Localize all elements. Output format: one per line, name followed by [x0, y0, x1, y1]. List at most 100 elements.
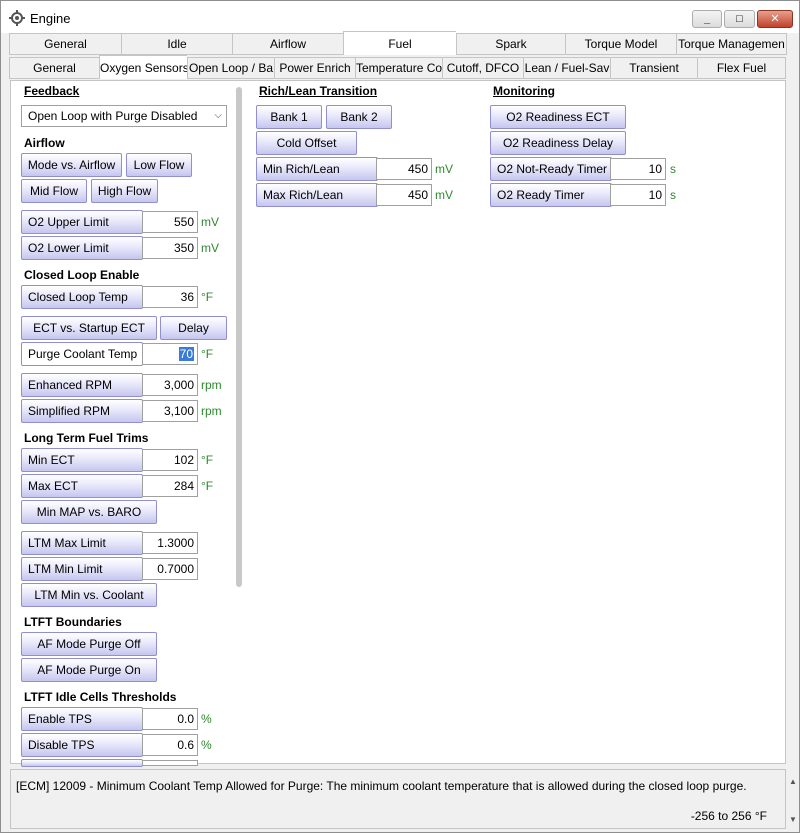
purge-coolant-temp-unit: °F [201, 347, 214, 361]
enable-tps-unit: % [201, 712, 212, 726]
purge-coolant-temp-field[interactable]: 70 [142, 343, 198, 365]
low-flow-button[interactable]: Low Flow [126, 153, 192, 177]
delay-button[interactable]: Delay [160, 316, 227, 340]
o2-not-ready-timer-button[interactable]: O2 Not-Ready Timer [490, 157, 612, 181]
min-rich-lean-button[interactable]: Min Rich/Lean [256, 157, 378, 181]
disable-tps-button[interactable]: Disable TPS [21, 733, 143, 757]
tab-airflow[interactable]: Airflow [232, 33, 343, 55]
description-scrollbar[interactable]: ▲ ▼ [787, 769, 799, 829]
long-term-fuel-trims-heading: Long Term Fuel Trims [24, 431, 149, 445]
o2-readiness-ect-button[interactable]: O2 Readiness ECT [490, 105, 626, 129]
partial-row-button[interactable] [21, 759, 143, 767]
o2-upper-limit-field[interactable]: 550 [142, 211, 198, 233]
ltm-min-vs-coolant-button[interactable]: LTM Min vs. Coolant [21, 583, 157, 607]
gear-icon [9, 10, 25, 26]
min-rich-lean-field[interactable]: 450 [376, 158, 432, 180]
min-ect-button[interactable]: Min ECT [21, 448, 143, 472]
sub-tab-bar: General Oxygen Sensors Open Loop / Ba Po… [9, 55, 786, 79]
ect-vs-startup-ect-button[interactable]: ECT vs. Startup ECT [21, 316, 157, 340]
ltm-max-limit-field[interactable]: 1.3000 [142, 532, 198, 554]
scroll-up-icon[interactable]: ▲ [789, 777, 797, 786]
max-rich-lean-field[interactable]: 450 [376, 184, 432, 206]
minimize-button[interactable]: _ [692, 10, 722, 28]
subtab-flex-fuel[interactable]: Flex Fuel [697, 57, 786, 79]
subtab-temperature[interactable]: Temperature Co [355, 57, 442, 79]
close-button[interactable]: ✕ [757, 10, 793, 28]
main-tab-bar: General Idle Airflow Fuel Spark Torque M… [9, 31, 787, 55]
subtab-cutoff-dfco[interactable]: Cutoff, DFCO [442, 57, 523, 79]
tab-fuel[interactable]: Fuel [343, 31, 456, 55]
tab-spark[interactable]: Spark [456, 33, 565, 55]
subtab-oxygen-sensors[interactable]: Oxygen Sensors [99, 55, 187, 79]
left-column-scrollbar[interactable] [236, 87, 242, 587]
enhanced-rpm-button[interactable]: Enhanced RPM [21, 373, 143, 397]
enhanced-rpm-field[interactable]: 3,000 [142, 374, 198, 396]
bank-1-button[interactable]: Bank 1 [256, 105, 322, 129]
subtab-lean-fuel-save[interactable]: Lean / Fuel-Sav [523, 57, 610, 79]
o2-readiness-delay-button[interactable]: O2 Readiness Delay [490, 131, 626, 155]
af-mode-purge-off-button[interactable]: AF Mode Purge Off [21, 632, 157, 656]
tab-torque-model[interactable]: Torque Model [565, 33, 676, 55]
feedback-heading: Feedback [24, 84, 80, 98]
purge-coolant-temp-button[interactable]: Purge Coolant Temp [21, 342, 143, 366]
cold-offset-button[interactable]: Cold Offset [256, 131, 357, 155]
o2-ready-timer-unit: s [670, 188, 676, 202]
subtab-open-loop[interactable]: Open Loop / Ba [187, 57, 274, 79]
mode-vs-airflow-button[interactable]: Mode vs. Airflow [21, 153, 122, 177]
disable-tps-unit: % [201, 738, 212, 752]
closed-loop-enable-heading: Closed Loop Enable [24, 268, 140, 282]
bank-2-button[interactable]: Bank 2 [326, 105, 392, 129]
ltft-boundaries-heading: LTFT Boundaries [24, 615, 122, 629]
oxygen-sensors-panel: Feedback Open Loop with Purge Disabled ⌵… [10, 80, 786, 767]
enhanced-rpm-unit: rpm [201, 378, 222, 392]
rich-lean-transition-heading: Rich/Lean Transition [259, 84, 378, 98]
tab-general[interactable]: General [9, 33, 121, 55]
ltm-min-limit-button[interactable]: LTM Min Limit [21, 557, 143, 581]
feedback-mode-value: Open Loop with Purge Disabled [28, 109, 198, 123]
min-ect-field[interactable]: 102 [142, 449, 198, 471]
subtab-transient[interactable]: Transient [610, 57, 697, 79]
subtab-power-enrich[interactable]: Power Enrich [274, 57, 355, 79]
enable-tps-button[interactable]: Enable TPS [21, 707, 143, 731]
scroll-down-icon[interactable]: ▼ [789, 815, 797, 824]
closed-loop-temp-field[interactable]: 36 [142, 286, 198, 308]
ltm-max-limit-button[interactable]: LTM Max Limit [21, 531, 143, 555]
ltft-idle-cells-thresholds-heading: LTFT Idle Cells Thresholds [24, 690, 177, 704]
tab-torque-management[interactable]: Torque Managemen [676, 33, 787, 55]
max-ect-unit: °F [201, 479, 214, 493]
simplified-rpm-field[interactable]: 3,100 [142, 400, 198, 422]
partial-row-field[interactable] [142, 760, 198, 766]
o2-not-ready-timer-field[interactable]: 10 [610, 158, 666, 180]
o2-upper-limit-button[interactable]: O2 Upper Limit [21, 210, 143, 234]
simplified-rpm-button[interactable]: Simplified RPM [21, 399, 143, 423]
min-ect-unit: °F [201, 453, 214, 467]
maximize-button[interactable]: □ [724, 10, 755, 28]
o2-lower-limit-button[interactable]: O2 Lower Limit [21, 236, 143, 260]
tab-idle[interactable]: Idle [121, 33, 232, 55]
subtab-general[interactable]: General [9, 57, 99, 79]
high-flow-button[interactable]: High Flow [91, 179, 158, 203]
o2-ready-timer-field[interactable]: 10 [610, 184, 666, 206]
enable-tps-field[interactable]: 0.0 [142, 708, 198, 730]
max-ect-button[interactable]: Max ECT [21, 474, 143, 498]
minimize-icon: _ [703, 13, 711, 25]
mid-flow-button[interactable]: Mid Flow [21, 179, 87, 203]
maximize-icon: □ [736, 13, 743, 25]
simplified-rpm-unit: rpm [201, 404, 222, 418]
title-bar: Engine _ □ ✕ [1, 1, 799, 33]
max-ect-field[interactable]: 284 [142, 475, 198, 497]
airflow-heading: Airflow [24, 136, 65, 150]
o2-lower-limit-field[interactable]: 350 [142, 237, 198, 259]
max-rich-lean-button[interactable]: Max Rich/Lean [256, 183, 378, 207]
min-map-vs-baro-button[interactable]: Min MAP vs. BARO [21, 500, 157, 524]
purge-coolant-temp-selection: 70 [178, 347, 194, 361]
chevron-down-icon: ⌵ [214, 110, 222, 121]
closed-loop-temp-button[interactable]: Closed Loop Temp [21, 285, 143, 309]
o2-ready-timer-button[interactable]: O2 Ready Timer [490, 183, 612, 207]
description-panel: [ECM] 12009 - Minimum Coolant Temp Allow… [10, 769, 786, 829]
disable-tps-field[interactable]: 0.6 [142, 734, 198, 756]
max-rich-lean-unit: mV [435, 188, 453, 202]
feedback-mode-dropdown[interactable]: Open Loop with Purge Disabled ⌵ [21, 105, 227, 127]
af-mode-purge-on-button[interactable]: AF Mode Purge On [21, 658, 157, 682]
ltm-min-limit-field[interactable]: 0.7000 [142, 558, 198, 580]
